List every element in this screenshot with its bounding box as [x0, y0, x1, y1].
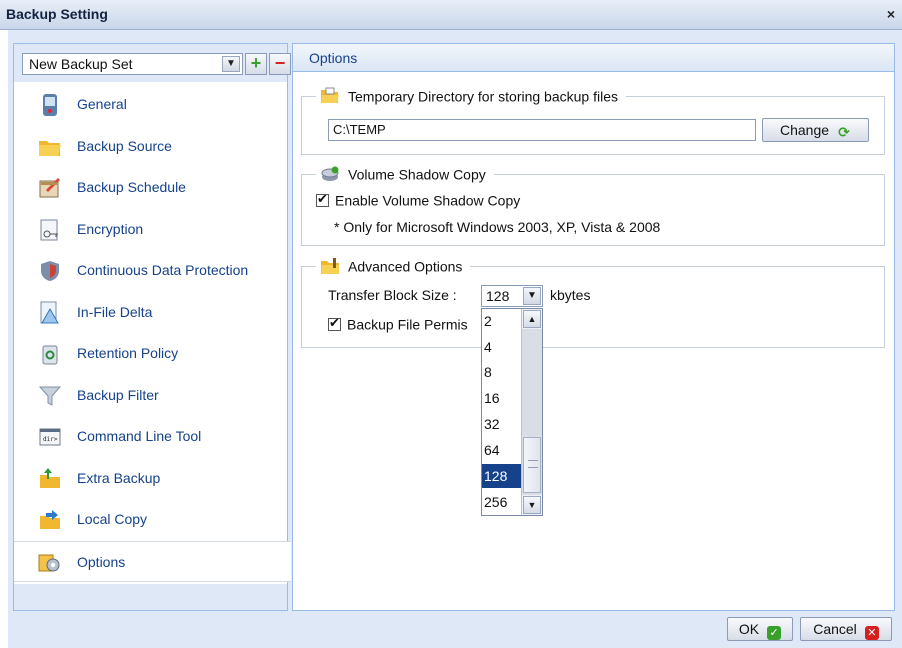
block-size-unit: kbytes — [550, 287, 591, 303]
backup-set-select[interactable]: New Backup Set ▼ — [22, 53, 243, 75]
change-button[interactable]: Change ⟳ — [762, 118, 869, 142]
chevron-down-icon[interactable]: ▼ — [523, 287, 541, 305]
window-title: Backup Setting — [6, 6, 108, 22]
sidebar-item-label: Continuous Data Protection — [77, 262, 249, 278]
sidebar-item-backup-filter[interactable]: Backup Filter — [14, 375, 287, 417]
sidebar-item-label: Local Copy — [77, 511, 148, 527]
scroll-up-icon[interactable]: ▲ — [523, 310, 541, 328]
options-panel: Options Temporary Directory for storing … — [292, 43, 895, 611]
grip-icon — [528, 460, 538, 468]
sidebar-item-label: In-File Delta — [77, 303, 153, 320]
shield-icon — [41, 261, 59, 281]
sidebar-item-in-file-delta[interactable]: In-File Delta — [14, 292, 287, 334]
sidebar-item-label: Extra Backup — [77, 469, 161, 486]
sidebar-item-label: Encryption — [77, 220, 144, 237]
filter-icon — [38, 386, 62, 406]
vss-legend: Volume Shadow Copy — [316, 165, 494, 185]
scroll-down-icon[interactable]: ▼ — [523, 496, 541, 514]
sidebar-item-label: General — [77, 96, 127, 112]
bin-icon — [42, 345, 58, 365]
block-size-dropdown[interactable]: 2 4 8 16 32 64 128 256 ▲ ▼ — [481, 308, 543, 516]
enable-vss-checkbox[interactable]: ✔ Enable Volume Shadow Copy — [316, 191, 520, 209]
local-copy-icon — [40, 510, 60, 529]
chevron-down-icon[interactable]: ▼ — [222, 56, 240, 72]
window-titlebar: Backup Setting × — [0, 0, 902, 30]
refresh-icon: ⟳ — [838, 124, 850, 140]
close-icon: ✕ — [864, 626, 879, 640]
sidebar-item-options[interactable]: Options — [14, 540, 291, 582]
checkbox[interactable]: ✔ — [316, 191, 329, 207]
dropdown-option[interactable]: 32 — [482, 412, 522, 436]
advanced-options-group: Advanced Options Transfer Block Size : 1… — [301, 257, 885, 348]
sidebar-item-backup-source[interactable]: Backup Source — [14, 126, 287, 168]
encryption-icon — [40, 219, 58, 240]
backup-file-permissions-checkbox[interactable]: ✔ Backup File Permis — [328, 315, 468, 333]
sidebar-item-label: Backup Filter — [77, 386, 159, 403]
temp-directory-input[interactable]: C:\TEMP — [328, 119, 756, 141]
sidebar-item-label: Command Line Tool — [77, 428, 202, 444]
dropdown-option[interactable]: 4 — [482, 335, 522, 359]
sidebar-item-command-line-tool[interactable]: dir> Command Line Tool — [14, 416, 287, 458]
ok-button[interactable]: OK ✓ — [727, 617, 793, 641]
sidebar-item-continuous-data-protection[interactable]: Continuous Data Protection — [14, 250, 287, 292]
advanced-options-legend: Advanced Options — [316, 257, 471, 277]
volume-shadow-copy-group: Volume Shadow Copy ✔ Enable Volume Shadow… — [301, 165, 885, 246]
temp-directory-group: Temporary Directory for storing backup f… — [301, 87, 885, 155]
scroll-thumb[interactable] — [523, 437, 541, 493]
sidebar-item-label: Backup Source — [77, 137, 172, 154]
settings-nav: General Backup Source Backup Schedule En… — [14, 84, 291, 582]
delta-icon — [40, 301, 59, 323]
sidebar-item-local-copy[interactable]: Local Copy — [14, 499, 287, 541]
backup-set-value: New Backup Set — [29, 56, 133, 72]
check-icon: ✓ — [767, 626, 782, 640]
checkbox[interactable]: ✔ — [328, 315, 341, 331]
dropdown-option[interactable]: 2 — [482, 309, 522, 333]
dropdown-option[interactable]: 256 — [482, 490, 522, 514]
sidebar-item-backup-schedule[interactable]: Backup Schedule — [14, 167, 287, 209]
calendar-icon — [39, 178, 60, 198]
dropdown-option[interactable]: 8 — [482, 360, 522, 384]
block-size-select[interactable]: 128 ▼ — [481, 285, 543, 307]
block-size-label: Transfer Block Size : — [328, 287, 457, 303]
add-backup-set-button[interactable]: + — [245, 53, 267, 75]
sidebar-item-label: Backup Schedule — [77, 179, 186, 195]
command-line-icon: dir> — [39, 428, 61, 446]
vss-note: * Only for Microsoft Windows 2003, XP, V… — [334, 219, 661, 235]
panel-header: Options — [293, 44, 894, 72]
disk-icon — [321, 166, 339, 182]
backup-set-bar: New Backup Set ▼ + − — [14, 44, 291, 82]
phone-icon — [43, 94, 57, 116]
sidebar-item-extra-backup[interactable]: Extra Backup — [14, 458, 287, 500]
sidebar-item-label: Retention Policy — [77, 345, 179, 361]
dropdown-scrollbar[interactable]: ▲ ▼ — [521, 309, 542, 515]
block-size-value: 128 — [486, 288, 510, 304]
sidebar-item-label: Options — [77, 553, 126, 570]
dropdown-option[interactable]: 16 — [482, 386, 522, 410]
dropdown-option-selected[interactable]: 128 — [482, 464, 522, 488]
folder-settings-icon — [321, 258, 339, 275]
sidebar-item-general[interactable]: General — [14, 84, 287, 126]
folder-open-icon — [321, 87, 339, 104]
panel-title: Options — [309, 50, 358, 66]
temp-directory-legend: Temporary Directory for storing backup f… — [316, 87, 626, 107]
svg-text:dir>: dir> — [43, 436, 58, 443]
settings-sidebar: New Backup Set ▼ + − General Backup Sour… — [13, 43, 291, 611]
sidebar-item-retention-policy[interactable]: Retention Policy — [14, 333, 287, 375]
remove-backup-set-button[interactable]: − — [269, 53, 291, 75]
dropdown-option[interactable]: 64 — [482, 438, 522, 462]
options-icon — [38, 554, 60, 571]
cancel-button[interactable]: Cancel ✕ — [800, 617, 892, 641]
extra-backup-icon — [40, 467, 60, 488]
sidebar-footer — [14, 584, 287, 610]
sidebar-item-encryption[interactable]: Encryption — [14, 209, 287, 251]
folder-icon — [39, 140, 61, 156]
close-icon[interactable]: × — [884, 6, 898, 22]
